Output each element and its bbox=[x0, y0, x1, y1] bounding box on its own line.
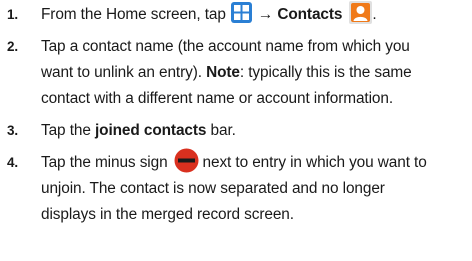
step-text-line-2: unjoin. The contact is now separated and… bbox=[41, 180, 385, 197]
step-1: 1. From the Home screen, tap → Contacts … bbox=[0, 1, 472, 28]
joined-contacts-label: joined contacts bbox=[94, 122, 207, 139]
step-number: 4. bbox=[7, 155, 19, 170]
line-2-end: : typically this is the same bbox=[239, 64, 412, 81]
step-text-line-1: Tap the minus sign next to entry in whic… bbox=[41, 148, 472, 176]
note-label: Note bbox=[206, 64, 240, 81]
contacts-app-icon bbox=[349, 1, 373, 25]
step-2: 2. Tap a contact name (the account name … bbox=[0, 34, 472, 112]
step-number: 2. bbox=[7, 39, 19, 54]
period: . bbox=[372, 6, 377, 23]
step-text-end: bar. bbox=[206, 122, 236, 139]
step-text-line-2: want to unlink an entry). Note: typicall… bbox=[41, 60, 472, 86]
minus-circle-icon bbox=[174, 148, 199, 173]
arrow-symbol: → bbox=[257, 6, 274, 23]
line-1-end: next to entry in which you want to bbox=[202, 154, 427, 171]
step-4: 4. Tap the minus sign next to entry in w… bbox=[0, 148, 472, 228]
apps-grid-icon bbox=[230, 2, 252, 24]
step-text-start: Tap the bbox=[41, 122, 95, 139]
contacts-label: Contacts bbox=[277, 6, 343, 23]
step-text-line-3: displays in the merged record screen. bbox=[41, 206, 294, 223]
step-3: 3. Tap the joined contacts bar. bbox=[0, 118, 472, 144]
step-number: 3. bbox=[7, 123, 19, 138]
line-1-start: Tap the minus sign bbox=[41, 154, 168, 171]
step-text-line-3: contact with a different name or account… bbox=[41, 90, 394, 107]
step-text-line-1: Tap a contact name (the account name fro… bbox=[41, 38, 410, 55]
line-2-start: want to unlink an entry). bbox=[41, 64, 207, 81]
step-number: 1. bbox=[7, 7, 19, 22]
step-text: From the Home screen, tap bbox=[41, 6, 226, 23]
instruction-list: 1. From the Home screen, tap → Contacts … bbox=[0, 0, 472, 223]
